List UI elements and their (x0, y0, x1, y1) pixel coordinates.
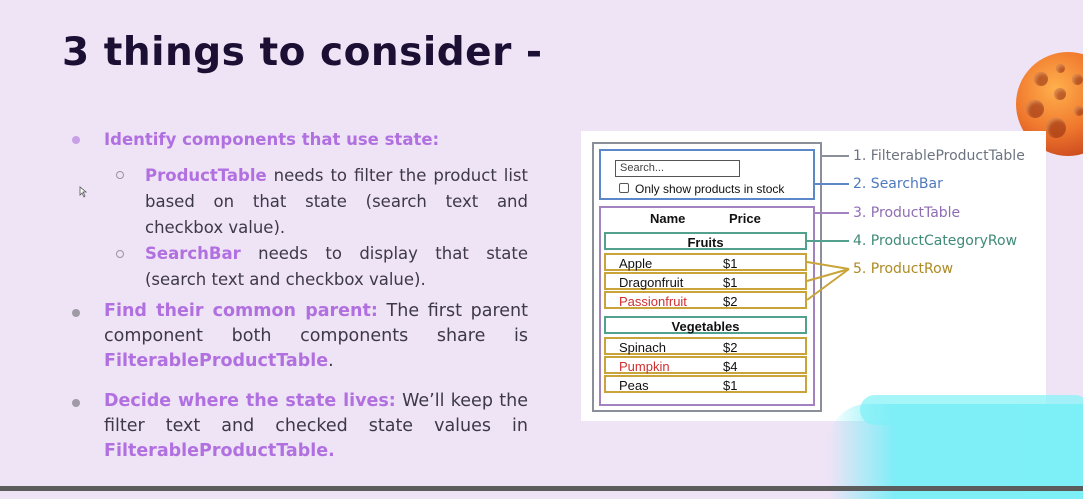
label-product-row: 5. ProductRow (853, 261, 954, 277)
sub-bullet-ring (116, 171, 124, 179)
connector-lines (806, 155, 850, 301)
bullet-heading-identify: Identify components that use state: (104, 130, 440, 149)
common-parent-emph: FilterableProductTable (104, 351, 329, 371)
decorative-brush-stroke (828, 404, 1083, 499)
bullet-dot (72, 399, 80, 407)
bullet-dot (72, 136, 80, 144)
common-parent-heading: Find their common parent: (104, 301, 378, 321)
bullet-common-parent: Find their common parent: The first pare… (104, 299, 528, 374)
producttable-name: ProductTable (145, 166, 267, 185)
label-product-category-row: 4. ProductCategoryRow (853, 233, 1018, 249)
sub-bullet-ring (116, 250, 124, 258)
state-lives-emph: FilterableProductTable. (104, 441, 335, 461)
searchbar-name: SearchBar (145, 244, 241, 263)
bullet-dot (72, 309, 80, 317)
sub-bullet-searchbar: SearchBar needs to display that state (s… (145, 241, 528, 293)
thinking-in-react-diagram: Search... Only show products in stock Na… (581, 131, 1046, 421)
bullet-state-lives: Decide where the state lives: We’ll keep… (104, 389, 528, 464)
bottom-bar (0, 486, 1083, 491)
label-filterable-product-table: 1. FilterableProductTable (853, 148, 1025, 164)
label-searchbar: 2. SearchBar (853, 176, 943, 192)
sub-bullet-producttable: ProductTable needs to filter the product… (145, 163, 528, 241)
slide-title: 3 things to consider - (62, 30, 543, 75)
label-product-table: 3. ProductTable (853, 205, 961, 221)
mouse-cursor-icon (79, 186, 88, 198)
common-parent-end: . (328, 351, 334, 371)
state-lives-heading: Decide where the state lives: (104, 391, 396, 411)
